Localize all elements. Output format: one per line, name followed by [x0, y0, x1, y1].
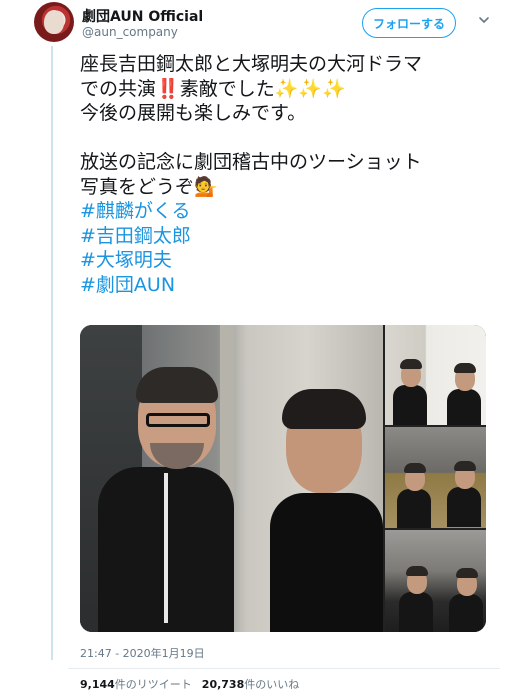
person-right-body: [270, 493, 383, 632]
person-tipping-hand-icon: 💁: [194, 175, 218, 198]
user-handle[interactable]: @aun_company: [82, 25, 178, 39]
person-left-glasses: [146, 413, 210, 427]
tweet-timestamp[interactable]: 21:47 - 2020年1月19日: [80, 645, 205, 661]
tweet-line-4: 放送の記念に劇団稽古中のツーショット: [80, 151, 422, 173]
thumb3-body-a: [399, 592, 433, 632]
media-grid: [80, 325, 486, 632]
chevron-down-icon[interactable]: [474, 10, 494, 30]
user-display-name[interactable]: 劇団AUN Official: [82, 6, 203, 26]
hashtag-link[interactable]: #大塚明夫: [80, 248, 500, 273]
thumb2-body-b: [447, 487, 481, 527]
avatar[interactable]: [34, 2, 74, 42]
like-count: 20,738: [201, 678, 245, 691]
thumb3-hair-a: [406, 566, 428, 576]
thumb1-hair-b: [454, 363, 476, 373]
photo-thumb-2[interactable]: [385, 427, 486, 528]
retweet-label: 件のリツイート: [114, 678, 192, 691]
thread-line: [51, 46, 53, 660]
hashtag-link[interactable]: #麒麟がくる: [80, 199, 500, 224]
retweet-stat[interactable]: 9,144件のリツイート: [80, 678, 192, 691]
thumb2-hair-a: [404, 463, 426, 473]
double-exclamation-icon: ‼️: [156, 77, 180, 100]
photo-person-left: [98, 367, 234, 632]
follow-button[interactable]: フォローする: [362, 8, 456, 38]
person-left-hair: [136, 367, 218, 403]
thumb1-body-a: [393, 385, 427, 425]
thumb3-hair-b: [456, 568, 478, 578]
tweet-card: 劇団AUN Official @aun_company フォローする 座長吉田鋼…: [0, 0, 518, 700]
tweet-line-2-prefix: での共演: [80, 77, 157, 100]
thumb2-body-a: [397, 489, 431, 528]
tweet-line-5-prefix: 写真をどうぞ: [80, 175, 195, 198]
person-left-zipper: [164, 473, 168, 623]
divider: [68, 668, 500, 669]
avatar-face: [44, 10, 64, 34]
tweet-line-5: 写真をどうぞ💁: [80, 175, 500, 200]
tweet-text: 座長吉田鋼太郎と大塚明夫の大河ドラマ での共演‼️素敵でした✨✨✨ 今後の展開も…: [80, 52, 500, 297]
tweet-line-1: 座長吉田鋼太郎と大塚明夫の大河ドラマ: [80, 53, 423, 75]
sparkles-icon: ✨✨✨: [274, 77, 346, 100]
like-stat[interactable]: 20,738件のいいね: [202, 678, 299, 691]
tweet-stats: 9,144件のリツイート 20,738件のいいね: [80, 676, 299, 692]
person-right-hair: [282, 389, 366, 429]
tweet-line-2-mid: 素敵でした: [179, 77, 275, 100]
photo-thumb-3[interactable]: [385, 530, 486, 632]
thumb1-body-b: [447, 389, 481, 425]
retweet-count: 9,144: [80, 678, 115, 691]
tweet-line-3: 今後の展開も楽しみです。: [80, 102, 307, 124]
photo-main[interactable]: [80, 325, 383, 632]
thumb1-hair-a: [400, 359, 422, 369]
like-label: 件のいいね: [244, 678, 300, 691]
photo-person-right: [270, 389, 383, 632]
person-left-beard: [150, 443, 204, 469]
thumb2-hair-b: [454, 461, 476, 471]
hashtag-link[interactable]: #吉田鋼太郎: [80, 224, 500, 249]
chevron-down-svg: [479, 17, 489, 24]
thumb3-body-b: [449, 594, 483, 632]
photo-thumb-1[interactable]: [385, 325, 486, 425]
tweet-line-2: での共演‼️素敵でした✨✨✨: [80, 77, 500, 102]
hashtag-link[interactable]: #劇団AUN: [80, 273, 500, 298]
